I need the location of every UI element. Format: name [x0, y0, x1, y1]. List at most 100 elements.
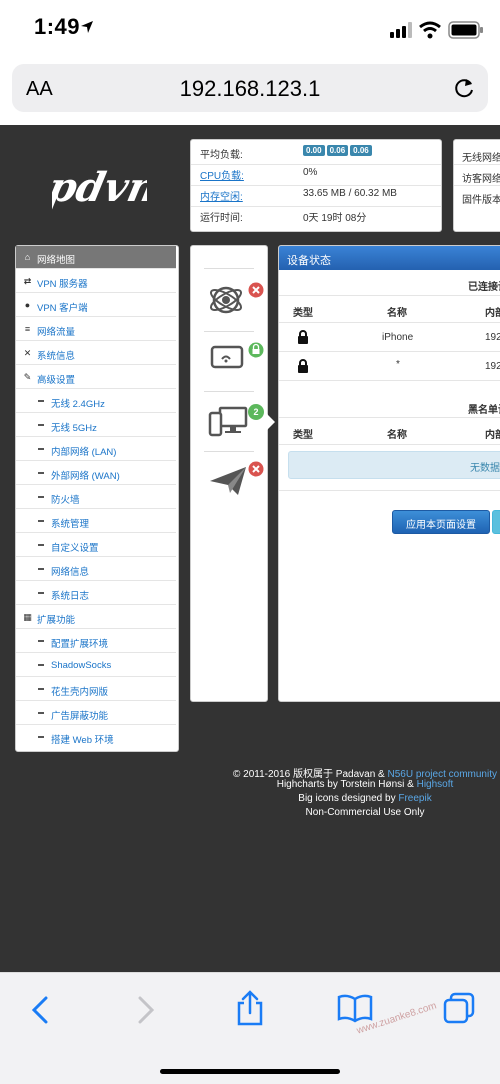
memory-link[interactable]: 内存空闲:: [200, 188, 243, 203]
col-ip-header: 内部: [485, 308, 500, 319]
list-icon: ≡: [24, 324, 31, 334]
load-row: 平均负载: 0.00 0.06 0.06: [191, 145, 441, 166]
col-type-header: 类型: [293, 308, 313, 319]
uptime-row: 运行时间: 0天 19时 08分: [191, 209, 441, 229]
cellular-signal-icon: [390, 22, 412, 38]
memory-row: 内存空闲: 33.65 MB / 60.32 MB: [191, 188, 441, 208]
firmware-version-label: 固件版本: [462, 195, 500, 206]
connected-heading: 已连接设: [468, 282, 500, 293]
table-row: * 192.1: [279, 352, 500, 380]
no-data-alert: 无数据: [288, 451, 500, 479]
wireless-network-label: 无线网络: [462, 153, 500, 164]
tablet-wireless-icon: [210, 345, 244, 369]
dash-icon: [38, 688, 44, 690]
sidebar-item-network-info[interactable]: 网络信息: [16, 558, 176, 581]
browser-toolbar: www.zuanke8.com: [0, 972, 500, 1084]
status-bar: 1:49: [0, 0, 500, 60]
col-name-header: 名称: [387, 430, 407, 441]
sidebar-item-traffic[interactable]: ≡ 网络流量: [16, 318, 176, 341]
usb-status[interactable]: [208, 463, 252, 501]
sidebar-item-wan[interactable]: 外部网络 (WAN): [16, 462, 176, 485]
freepik-link[interactable]: Freepik: [398, 793, 431, 804]
cpu-load-value: 0%: [303, 167, 318, 178]
device-name: *: [396, 359, 400, 370]
sidebar-item-system-log[interactable]: 系统日志: [16, 582, 176, 605]
sidebar-item-web-env[interactable]: 搭建 Web 环境: [16, 726, 176, 749]
sidebar-item-admin[interactable]: 系统管理: [16, 510, 176, 533]
sidebar-item-custom[interactable]: 自定义设置: [16, 534, 176, 557]
sidebar-item-vpn-server[interactable]: ⇄ VPN 服务器: [16, 270, 176, 293]
dash-icon: [38, 424, 44, 426]
dash-icon: [38, 568, 44, 570]
sidebar-item-shadowsocks[interactable]: ShadowSocks: [16, 654, 176, 677]
computer-devices-icon: [208, 406, 248, 437]
col-name-header: 名称: [387, 308, 407, 319]
reload-icon[interactable]: [452, 76, 476, 100]
sidebar-item-advanced[interactable]: ✎ 高级设置: [16, 366, 176, 389]
sidebar-item-lan[interactable]: 内部网络 (LAN): [16, 438, 176, 461]
sidebar-item-wireless-24[interactable]: 无线 2.4GHz: [16, 390, 176, 413]
sidebar-item-adblock[interactable]: 广告屏蔽功能: [16, 702, 176, 725]
load-badge-1: 0.00: [303, 145, 325, 156]
padavan-logo: pdvn: [52, 163, 147, 210]
highsoft-link[interactable]: Highsoft: [417, 779, 454, 790]
clients-status[interactable]: [208, 405, 253, 441]
battery-icon: [448, 21, 483, 39]
sidebar-item-firewall[interactable]: 防火墙: [16, 486, 176, 509]
home-indicator: [160, 1069, 340, 1074]
paper-plane-icon: [210, 467, 246, 495]
device-name: iPhone: [382, 332, 414, 343]
table-row: iPhone 192.1: [279, 323, 500, 351]
client-count-badge: 2: [248, 404, 264, 420]
col-ip-header: 内部: [485, 430, 500, 441]
selected-arrow: [267, 414, 275, 430]
footer-license: Non-Commercial Use Only: [305, 807, 425, 818]
dash-icon: [38, 712, 44, 714]
url-text[interactable]: 192.168.123.1: [0, 76, 500, 102]
dash-icon: [38, 664, 44, 666]
router-status[interactable]: [210, 343, 250, 379]
panel-title: 设备状态: [287, 255, 331, 267]
lock-badge-icon: [248, 342, 264, 358]
swap-icon: ⇄: [23, 276, 32, 286]
dash-icon: [38, 544, 44, 546]
dash-icon: [38, 448, 44, 450]
back-icon[interactable]: [28, 995, 52, 1025]
clock: 1:49: [34, 14, 81, 39]
share-icon[interactable]: [234, 989, 266, 1027]
device-ip: 192.1: [485, 332, 500, 343]
dash-icon: [38, 520, 44, 522]
load-badge-3: 0.06: [350, 145, 372, 156]
forward-icon[interactable]: [134, 995, 158, 1025]
apply-button[interactable]: 应用本页面设置: [392, 510, 490, 534]
shuffle-icon: ✕: [23, 348, 32, 358]
tabs-icon[interactable]: [442, 991, 476, 1025]
home-icon: ⌂: [24, 252, 31, 262]
device-ip: 192.1: [485, 361, 500, 372]
lock-icon: [298, 330, 308, 344]
sidebar-item-vpn-client[interactable]: ● VPN 客户端: [16, 294, 176, 317]
load-badge-2: 0.06: [326, 145, 349, 156]
guest-network-label: 访客网络: [462, 174, 500, 185]
bookmarks-icon[interactable]: [336, 993, 374, 1023]
cpu-load-link[interactable]: CPU负载:: [200, 167, 244, 182]
secondary-button[interactable]: [492, 510, 500, 534]
dash-icon: [38, 640, 44, 642]
footer-highcharts: Highcharts by Torstein Hønsi & Highsoft: [276, 779, 454, 790]
sidebar-item-network-map[interactable]: ⌂ 网络地图: [16, 246, 176, 269]
dash-icon: [38, 592, 44, 594]
sidebar-item-wireless-5[interactable]: 无线 5GHz: [16, 414, 176, 437]
footer-copyright: © 2011-2016 版权属于 Padavan & N56U project …: [233, 769, 497, 780]
blacklist-heading: 黑名单设: [468, 405, 500, 416]
sidebar-item-extensions[interactable]: ▦ 扩展功能: [16, 606, 176, 629]
sidebar-item-oray[interactable]: 花生壳内网版: [16, 678, 176, 701]
sidebar-item-ext-env[interactable]: 配置扩展环境: [16, 630, 176, 653]
memory-value: 33.65 MB / 60.32 MB: [303, 188, 397, 199]
uptime-value: 0天 19时 08分: [303, 213, 367, 224]
sidebar-item-system-info[interactable]: ✕ 系统信息: [16, 342, 176, 365]
globe-network-icon: [209, 286, 243, 314]
wifi-icon: [419, 21, 441, 39]
error-x-icon: [248, 282, 264, 298]
grid-icon: ▦: [23, 612, 32, 622]
device-status-panel: 设备状态 已连接设 类型 名称 内部 iPhone 192.1 * 192.1 …: [278, 245, 500, 702]
